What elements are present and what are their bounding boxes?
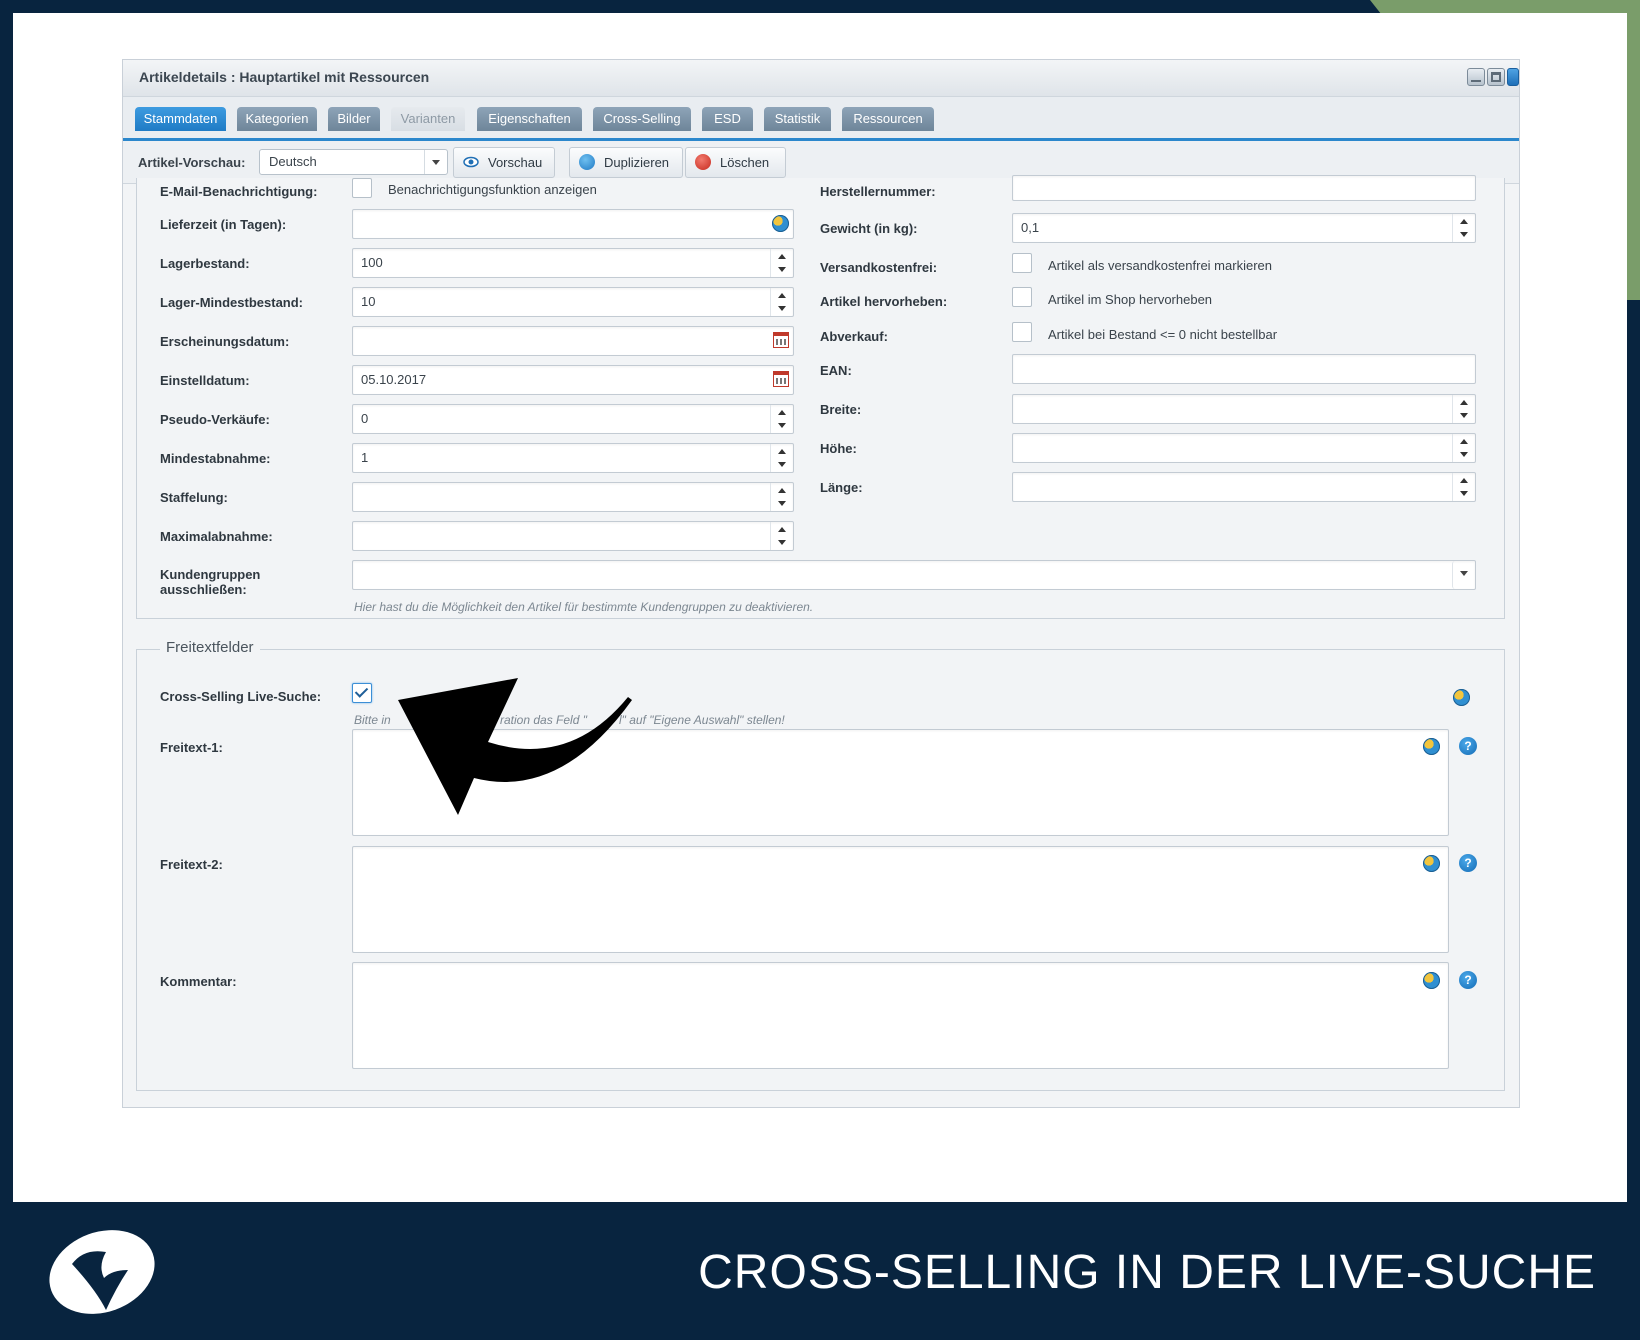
brand-logo-icon — [49, 1230, 155, 1314]
footer-title: CROSS-SELLING IN DER LIVE-SUCHE — [698, 1246, 1596, 1299]
arrow-annotation-icon — [398, 678, 632, 815]
